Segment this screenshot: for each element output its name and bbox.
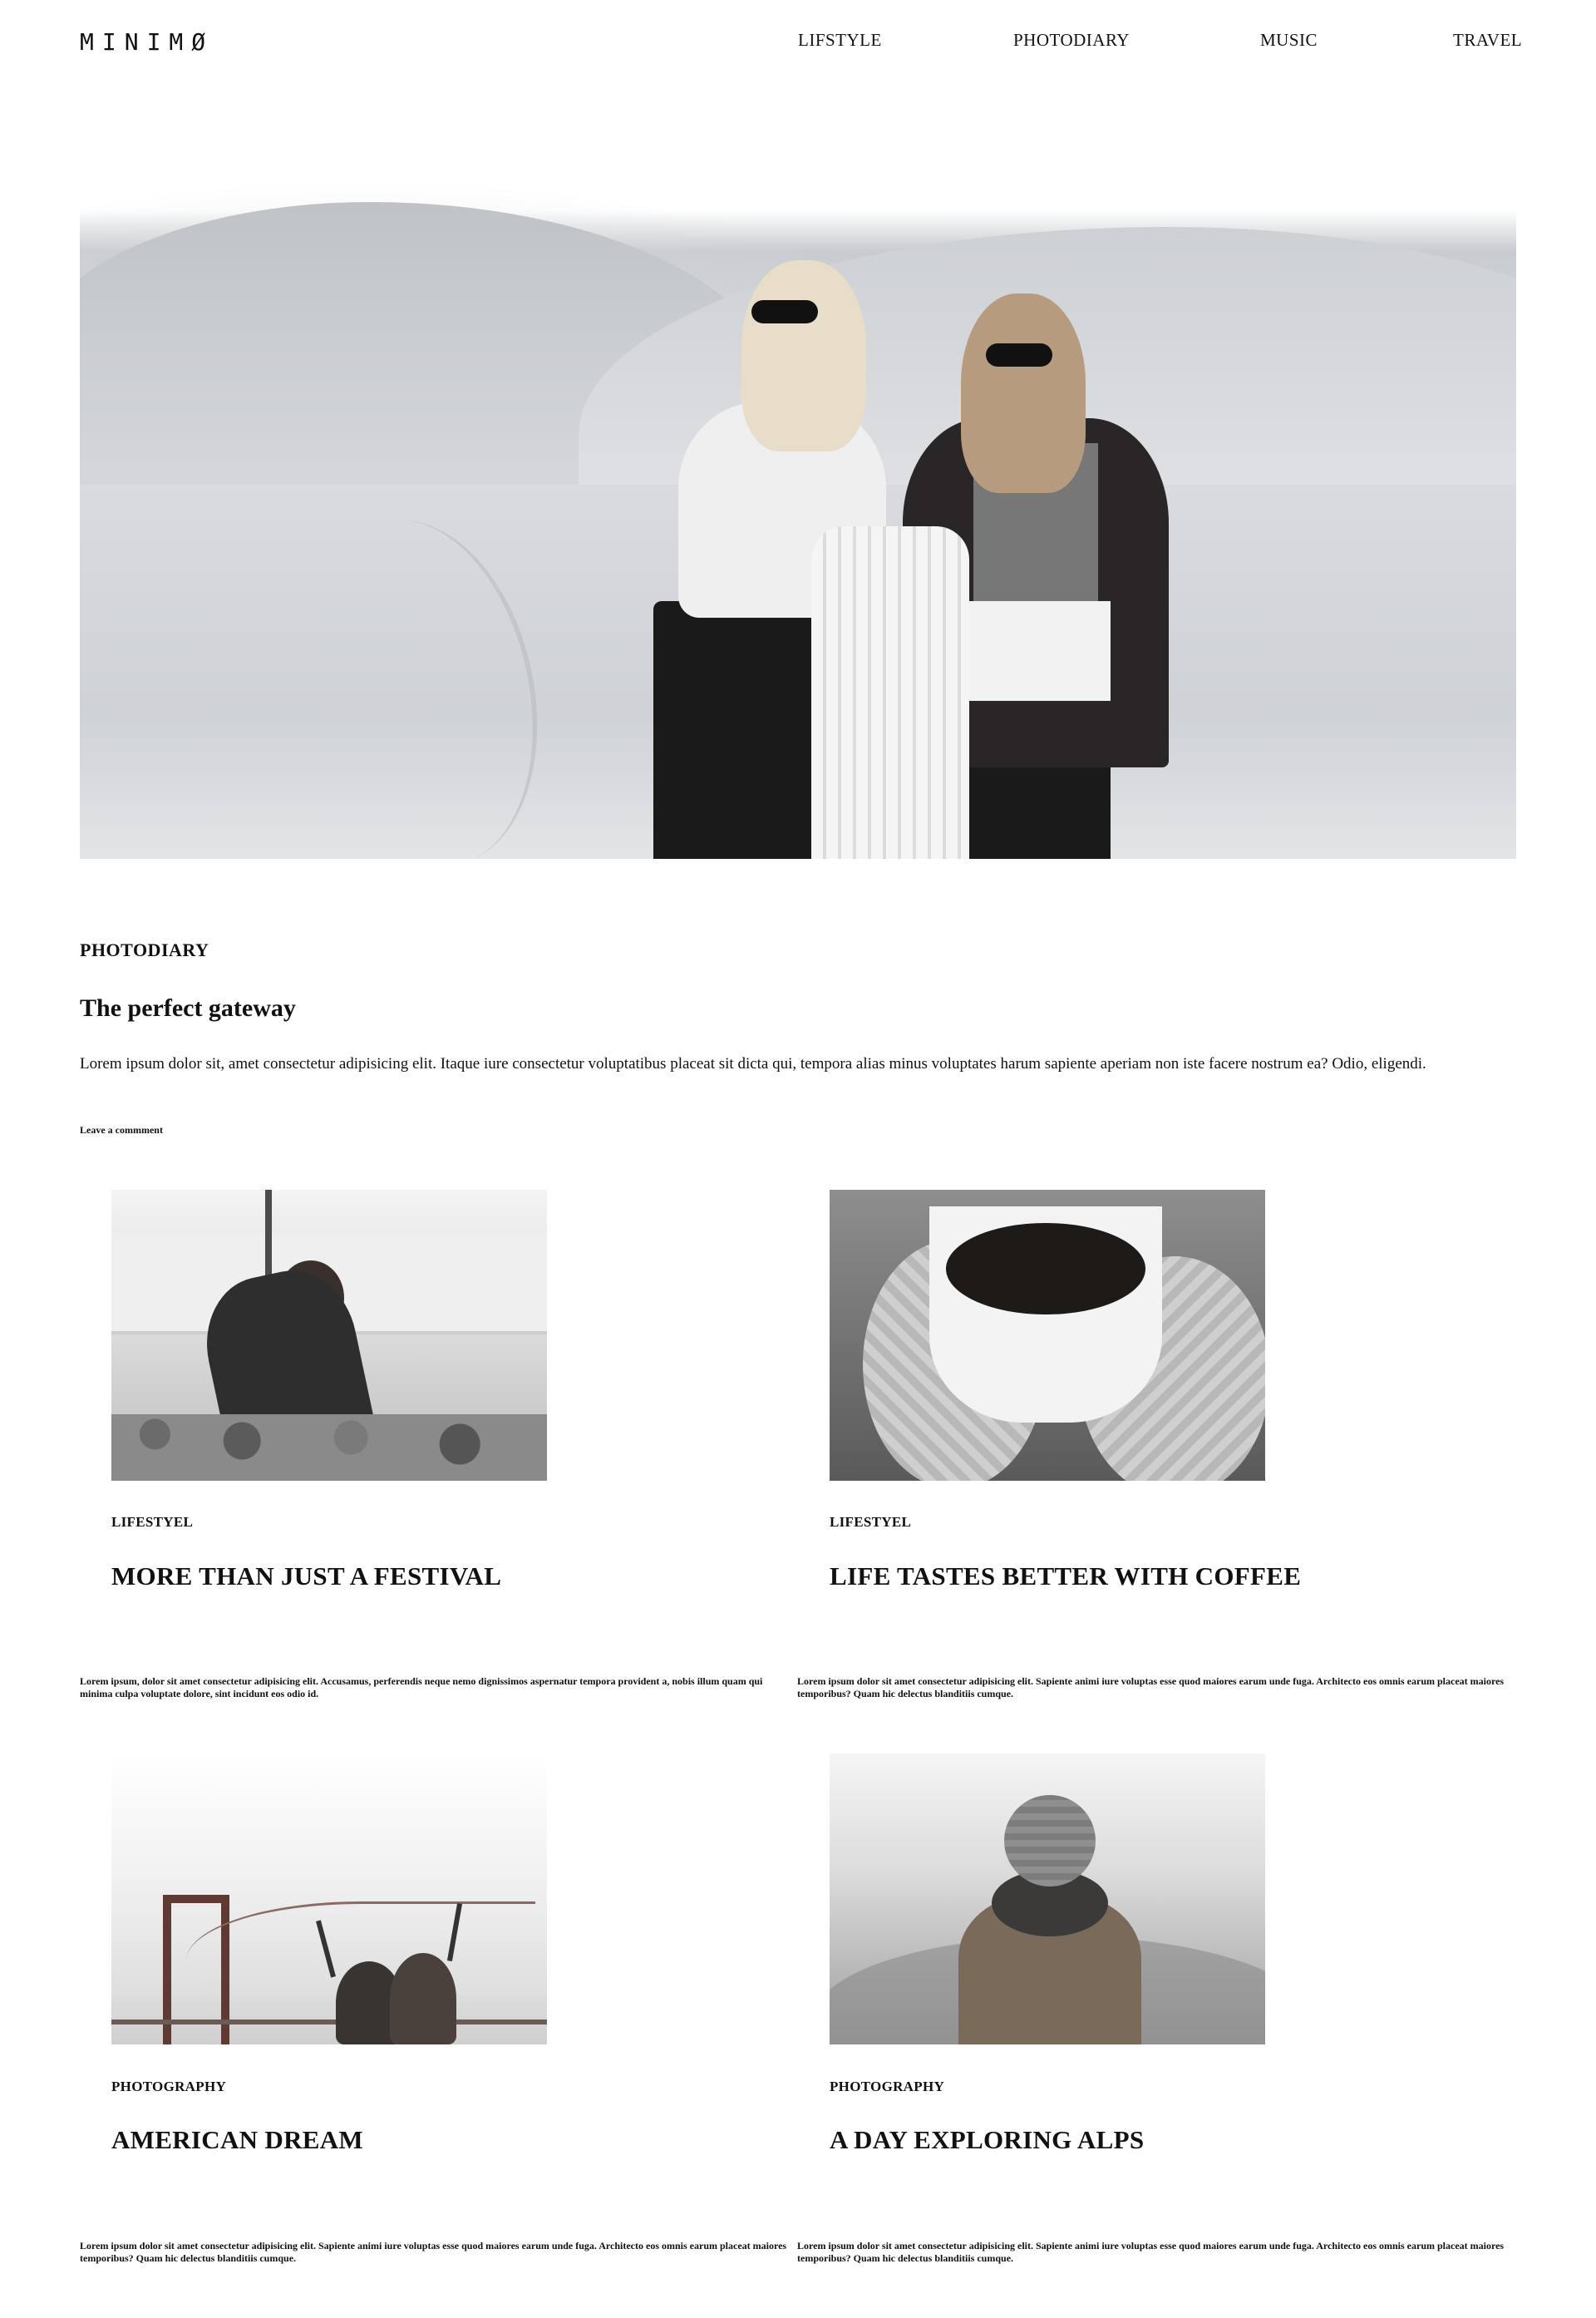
bridge-road (111, 2020, 547, 2025)
post-excerpt: Lorem ipsum dolor sit amet consectetur a… (797, 1675, 1505, 1699)
post-thumbnail-festival[interactable] (111, 1190, 547, 1481)
post-title[interactable]: LIFE TASTES BETTER WITH COFFEE (830, 1561, 1301, 1591)
woman-right-shirt (969, 601, 1111, 701)
crowd (111, 1414, 547, 1481)
post-excerpt: Lorem ipsum dolor sit amet consectetur a… (797, 2240, 1505, 2264)
coffee (946, 1223, 1145, 1314)
nav-item-music[interactable]: MUSIC (1260, 30, 1318, 51)
nav-item-travel[interactable]: TRAVEL (1453, 30, 1522, 51)
post-thumbnail-alps[interactable] (830, 1753, 1265, 2044)
post-title[interactable]: A DAY EXPLORING ALPS (830, 2125, 1144, 2155)
featured-excerpt: Lorem ipsum dolor sit, amet consectetur … (80, 1055, 1426, 1073)
post-excerpt: Lorem ipsum dolor sit amet consectetur a… (80, 2240, 787, 2264)
post-excerpt: Lorem ipsum, dolor sit amet consectetur … (80, 1675, 763, 1699)
site-header: MINIMØ LIFSTYLE PHOTODIARY MUSIC TRAVEL (0, 0, 1596, 83)
post-title[interactable]: MORE THAN JUST A FESTIVAL (111, 1561, 501, 1591)
main-nav: LIFSTYLE PHOTODIARY MUSIC TRAVEL (0, 30, 1596, 55)
post-category[interactable]: LIFESTYEL (830, 1514, 911, 1531)
post-thumbnail-coffee[interactable] (830, 1190, 1265, 1481)
featured-title[interactable]: The perfect gateway (80, 994, 296, 1023)
post-title[interactable]: AMERICAN DREAM (111, 2125, 363, 2155)
post-category[interactable]: PHOTOGRAPHY (830, 2079, 944, 2095)
leave-comment-link[interactable]: Leave a commment (80, 1124, 163, 1137)
sunglasses (986, 343, 1052, 367)
woman-left-hair (741, 260, 866, 451)
nav-item-lifestyle[interactable]: LIFSTYLE (798, 30, 882, 51)
hero-image (80, 169, 1516, 859)
post-thumbnail-bridge[interactable] (111, 1753, 547, 2044)
person (390, 1953, 456, 2044)
blanket-scarf (811, 526, 969, 859)
knit-hat (1004, 1795, 1096, 1886)
featured-category[interactable]: PHOTODIARY (80, 940, 209, 961)
woman-right-hair (961, 293, 1086, 493)
sunglasses (751, 300, 818, 323)
nav-item-photodiary[interactable]: PHOTODIARY (1013, 30, 1130, 51)
post-category[interactable]: LIFESTYEL (111, 1514, 193, 1531)
post-category[interactable]: PHOTOGRAPHY (111, 2079, 226, 2095)
